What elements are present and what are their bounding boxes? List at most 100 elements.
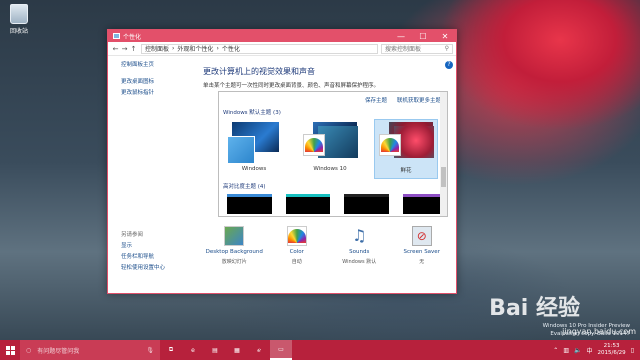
cortana-icon: ○ bbox=[26, 346, 32, 354]
high-contrast-tiles bbox=[219, 190, 447, 214]
desktop-background-setting[interactable]: Desktop Background 放映幻灯片 bbox=[204, 226, 264, 265]
windows-theme-thumbnail bbox=[227, 122, 281, 164]
link-display[interactable]: 显示 bbox=[108, 238, 200, 249]
input-method-icon[interactable]: 中 bbox=[586, 346, 592, 355]
desktop-background-label: Desktop Background bbox=[205, 249, 263, 255]
internet-explorer-icon[interactable]: ℯ bbox=[248, 340, 270, 360]
windows-logo-icon bbox=[5, 345, 15, 355]
start-button[interactable] bbox=[0, 345, 20, 355]
taskbar: ○ 有问题尽管问我 🎙 ⧉ e ▤ ▦ ℯ ▭ ⌃ ▥ 🔈 中 21:53 20… bbox=[0, 340, 640, 360]
windows-themes-heading: Windows 默认主题 (3) bbox=[223, 110, 281, 116]
file-explorer-icon[interactable]: ▤ bbox=[204, 340, 226, 360]
get-more-themes-link[interactable]: 联机获取更多主题 bbox=[397, 96, 441, 104]
save-theme-link[interactable]: 保存主题 bbox=[365, 96, 387, 104]
up-icon[interactable]: ↑ bbox=[129, 45, 138, 53]
control-panel-taskbar-icon[interactable]: ▭ bbox=[270, 340, 292, 360]
screen-saver-icon: ⊘ bbox=[411, 226, 432, 246]
hc-theme-3[interactable] bbox=[344, 194, 389, 214]
sounds-label: Sounds bbox=[349, 249, 370, 255]
link-control-panel-home[interactable]: 控制面板主页 bbox=[108, 57, 200, 68]
volume-icon[interactable]: 🔈 bbox=[574, 347, 581, 354]
watermark-brand: Bai 经验 bbox=[489, 296, 580, 321]
screen-saver-setting[interactable]: ⊘ Screen Saver 无 bbox=[392, 226, 452, 265]
window-icon bbox=[113, 33, 120, 39]
page-title: 更改计算机上的视觉效果和声音 bbox=[203, 67, 315, 76]
breadcrumb[interactable]: 控制面板 › 外观和个性化 › 个性化 bbox=[141, 43, 378, 54]
theme-flowers[interactable]: 鲜花 bbox=[374, 119, 438, 179]
palette-icon bbox=[379, 134, 401, 156]
color-icon bbox=[286, 226, 307, 246]
sounds-value: Windows 默认 bbox=[342, 259, 377, 265]
link-change-mouse-pointers[interactable]: 更改鼠标指针 bbox=[108, 85, 200, 96]
cortana-placeholder: 有问题尽管问我 bbox=[37, 347, 80, 355]
build-info: Windows 10 Pro Insider Preview Evaluatio… bbox=[543, 322, 630, 338]
breadcrumb-control-panel[interactable]: 控制面板 bbox=[145, 44, 169, 53]
system-tray: ⌃ ▥ 🔈 中 21:53 2015/6/29 ▯ bbox=[553, 343, 640, 357]
link-ease-of-access[interactable]: 轻松使用设置中心 bbox=[108, 260, 200, 271]
main-pane: ? 更改计算机上的视觉效果和声音 单击某个主题可一次性同时更改桌面背景、颜色、声… bbox=[203, 61, 453, 293]
close-button[interactable]: ✕ bbox=[434, 30, 456, 42]
flowers-theme-thumbnail bbox=[379, 122, 434, 162]
theme-tiles: Windows Windows 10 鲜花 bbox=[219, 116, 447, 179]
color-value: 自动 bbox=[291, 259, 302, 265]
store-icon[interactable]: ▦ bbox=[226, 340, 248, 360]
theme-list-scrollbar[interactable] bbox=[440, 92, 447, 216]
color-setting[interactable]: Color 自动 bbox=[267, 226, 327, 265]
recycle-bin-label: 回收站 bbox=[9, 28, 28, 35]
see-also-heading: 另请参阅 bbox=[121, 232, 144, 238]
microphone-icon[interactable]: 🎙 bbox=[146, 347, 160, 354]
title-bar[interactable]: 个性化 — ☐ ✕ bbox=[108, 30, 456, 42]
maximize-button[interactable]: ☐ bbox=[412, 30, 434, 42]
search-input[interactable]: 搜索控制面板 ⚲ bbox=[381, 43, 453, 54]
clock-date: 2015/6/29 bbox=[597, 350, 626, 356]
network-icon[interactable]: ▥ bbox=[563, 347, 569, 354]
theme-label: 鲜花 bbox=[400, 168, 412, 174]
left-pane: 控制面板主页 更改桌面图标 更改鼠标指针 另请参阅 显示 任务栏和导航 轻松使用… bbox=[108, 57, 200, 293]
link-taskbar[interactable]: 任务栏和导航 bbox=[108, 249, 200, 260]
task-view-icon[interactable]: ⧉ bbox=[160, 340, 182, 360]
screen-saver-value: 无 bbox=[419, 259, 425, 265]
windows-10-theme-thumbnail bbox=[303, 122, 358, 162]
hc-theme-1[interactable] bbox=[227, 194, 272, 214]
build-line-2: Evaluation copy. Build 10147 bbox=[550, 331, 630, 337]
forward-icon[interactable]: → bbox=[120, 45, 129, 53]
palette-icon bbox=[303, 134, 325, 156]
sounds-icon: ♫ bbox=[352, 226, 367, 245]
back-icon[interactable]: ← bbox=[111, 45, 120, 53]
tray-expand-icon[interactable]: ⌃ bbox=[553, 347, 558, 354]
edge-icon[interactable]: e bbox=[182, 340, 204, 360]
action-center-icon[interactable]: ▯ bbox=[631, 347, 634, 354]
build-line-1: Windows 10 Pro Insider Preview bbox=[542, 323, 630, 329]
chevron-right-icon: › bbox=[216, 45, 219, 52]
screen-saver-label: Screen Saver bbox=[403, 249, 440, 255]
search-placeholder: 搜索控制面板 bbox=[385, 46, 422, 53]
theme-settings-bar: Desktop Background 放映幻灯片 Color 自动 ♫ Soun… bbox=[203, 226, 453, 265]
theme-actions: 保存主题 联机获取更多主题 bbox=[219, 92, 447, 104]
minimize-button[interactable]: — bbox=[390, 30, 412, 42]
personalization-window: 个性化 — ☐ ✕ ← → ↑ 控制面板 › 外观和个性化 › 个性化 搜索控制… bbox=[107, 29, 457, 294]
chevron-right-icon: › bbox=[172, 45, 175, 52]
desktop-background-icon bbox=[224, 226, 245, 246]
color-label: Color bbox=[289, 249, 304, 255]
hc-theme-2[interactable] bbox=[285, 194, 330, 214]
cortana-search-box[interactable]: ○ 有问题尽管问我 🎙 bbox=[20, 340, 160, 360]
scrollbar-thumb[interactable] bbox=[441, 167, 446, 187]
high-contrast-heading: 高对比度主题 (4) bbox=[223, 184, 266, 190]
window-title: 个性化 bbox=[123, 33, 142, 41]
theme-label: Windows bbox=[241, 166, 267, 172]
theme-windows-10[interactable]: Windows 10 bbox=[299, 120, 361, 178]
recycle-bin-shortcut[interactable]: 回收站 bbox=[6, 4, 32, 35]
sounds-setting[interactable]: ♫ Sounds Windows 默认 bbox=[329, 226, 389, 265]
clock[interactable]: 21:53 2015/6/29 bbox=[597, 343, 625, 357]
theme-windows[interactable]: Windows bbox=[223, 120, 285, 178]
desktop-background-value: 放映幻灯片 bbox=[221, 259, 247, 265]
link-change-desktop-icons[interactable]: 更改桌面图标 bbox=[108, 74, 200, 85]
recycle-bin-icon bbox=[10, 4, 28, 24]
theme-label: Windows 10 bbox=[313, 166, 347, 172]
search-icon: ⚲ bbox=[444, 45, 449, 52]
page-description: 单击某个主题可一次性同时更改桌面背景、颜色、声音和屏幕保护程序。 bbox=[203, 83, 380, 89]
breadcrumb-personalization[interactable]: 个性化 bbox=[222, 44, 240, 53]
breadcrumb-appearance[interactable]: 外观和个性化 bbox=[177, 44, 213, 53]
help-icon[interactable]: ? bbox=[445, 61, 453, 69]
theme-list[interactable]: 保存主题 联机获取更多主题 Windows 默认主题 (3) Windows W… bbox=[218, 91, 448, 217]
